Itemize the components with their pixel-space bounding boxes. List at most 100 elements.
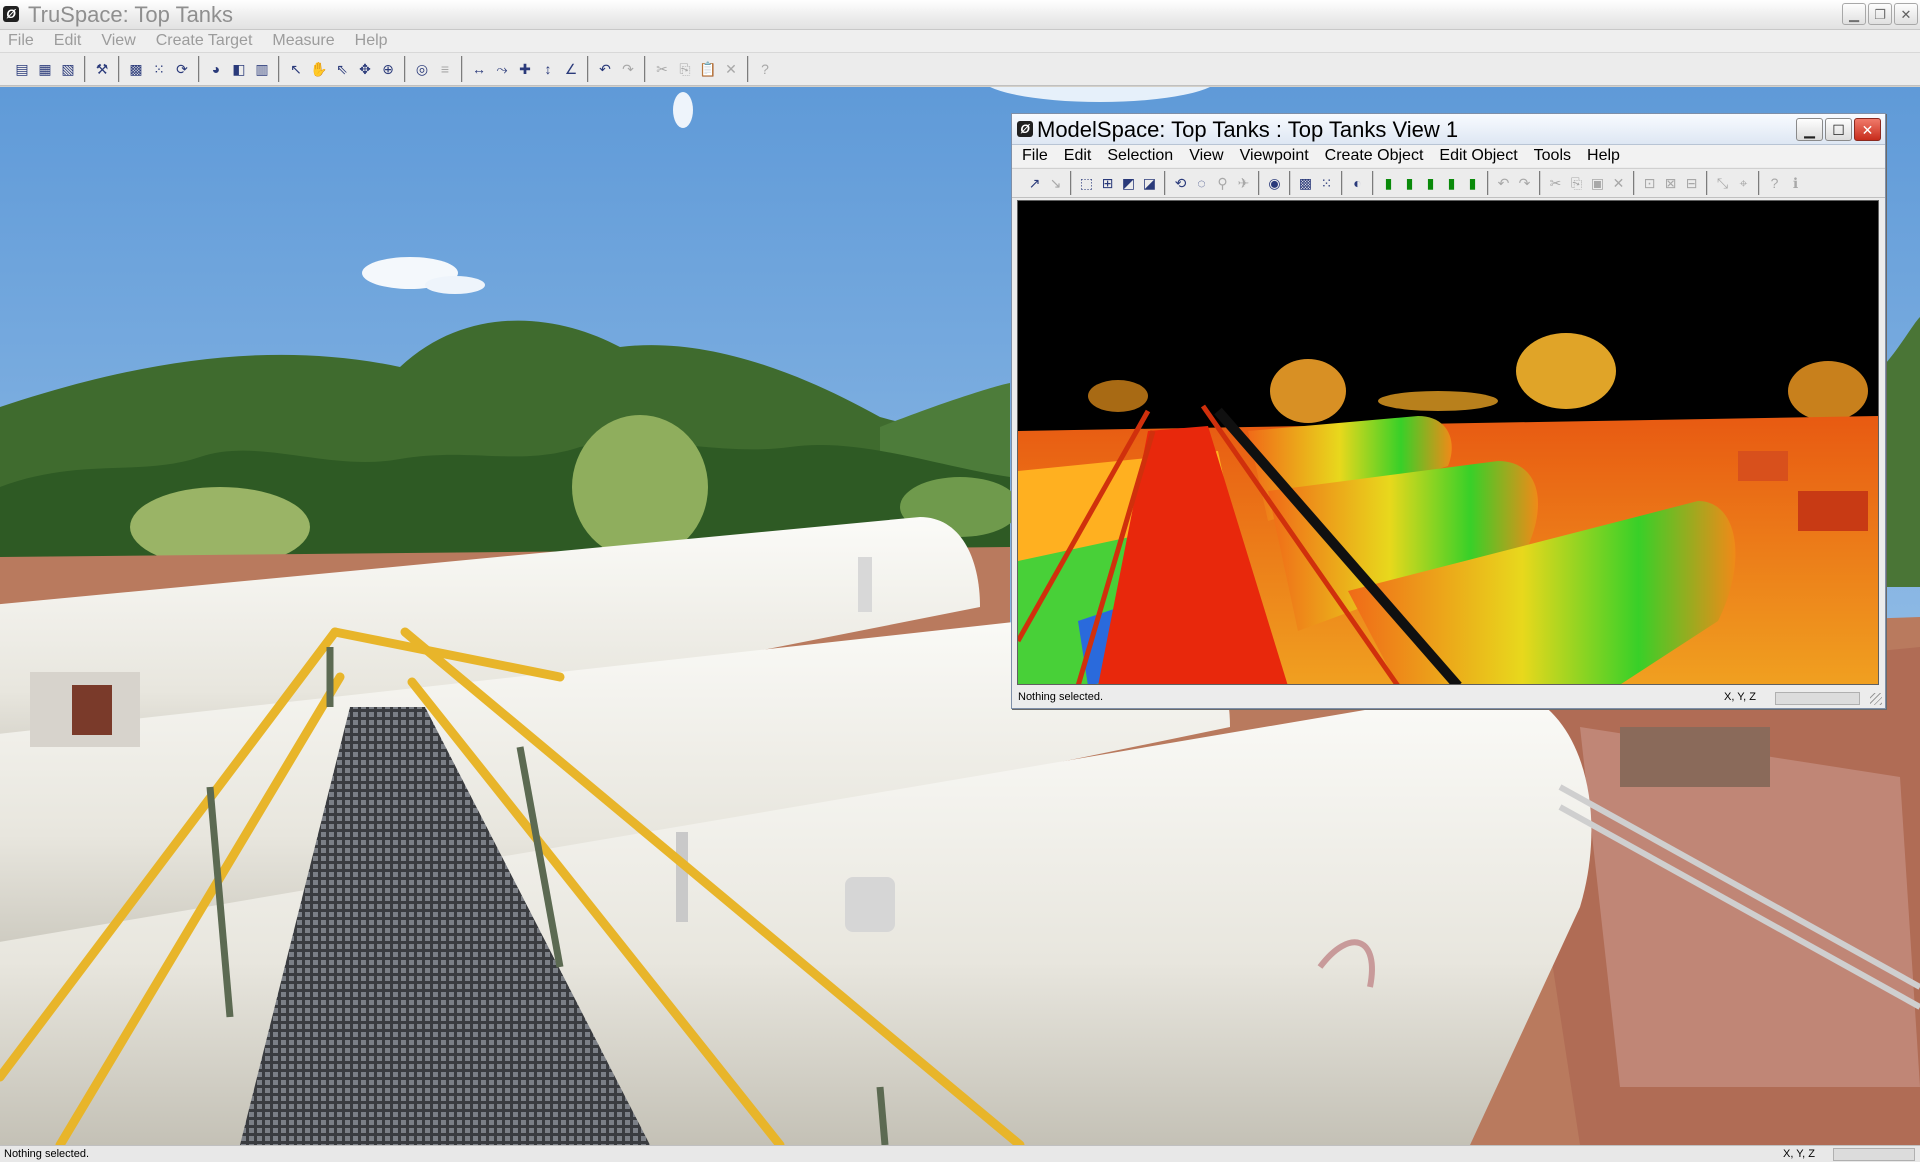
properties-icon[interactable]: ▧ — [58, 59, 78, 79]
layer-1-icon[interactable]: ▮ — [1379, 173, 1398, 193]
toolbar-group-color: ◕ ◧ ▥ — [198, 56, 278, 82]
ms-measure-icon[interactable]: ⤡ — [1713, 173, 1732, 193]
resize-grip-icon[interactable] — [1870, 693, 1882, 705]
maximize-icon[interactable]: ☐ — [1825, 118, 1852, 141]
ms-menu-view[interactable]: View — [1181, 147, 1231, 165]
ms-undo-icon[interactable]: ↶ — [1494, 173, 1513, 193]
cut-icon[interactable]: ✂ — [652, 59, 672, 79]
ms-delete-icon[interactable]: ✕ — [1609, 173, 1628, 193]
fence-icon[interactable]: ⬚ — [1077, 173, 1096, 193]
align-center-icon[interactable]: ⊠ — [1661, 173, 1680, 193]
deselect-icon[interactable]: ↘ — [1046, 173, 1065, 193]
close-icon[interactable]: ✕ — [1854, 118, 1881, 141]
modelspace-window[interactable]: Ø ModelSpace: Top Tanks : Top Tanks View… — [1011, 113, 1886, 709]
pan-hand-icon[interactable]: ✋ — [309, 59, 329, 79]
menu-file[interactable]: File — [0, 32, 44, 50]
restore-icon[interactable]: ❐ — [1868, 3, 1892, 25]
modelspace-menu-bar: File Edit Selection View Viewpoint Creat… — [1012, 145, 1885, 167]
target-list-icon[interactable]: ≡ — [435, 59, 455, 79]
menu-measure[interactable]: Measure — [262, 32, 344, 50]
help-icon[interactable]: ? — [755, 59, 775, 79]
layer-3-icon[interactable]: ▮ — [1421, 173, 1440, 193]
fence-add-icon[interactable]: ⊞ — [1098, 173, 1117, 193]
pointcloud-equipment — [1738, 451, 1788, 481]
orbit-icon[interactable]: ◌ — [1192, 173, 1211, 193]
layer-5-icon[interactable]: ▮ — [1463, 173, 1482, 193]
zoom-icon[interactable]: ⊕ — [378, 59, 398, 79]
grid-icon[interactable]: ▩ — [126, 59, 146, 79]
color-map-icon[interactable]: ◕ — [206, 59, 226, 79]
ms-menu-selection[interactable]: Selection — [1099, 147, 1181, 165]
select-mode-icon[interactable]: ↗ — [1025, 173, 1044, 193]
minimize-icon[interactable]: ▁ — [1842, 3, 1866, 25]
ms-copy-icon[interactable]: ⎘ — [1567, 173, 1586, 193]
ms-menu-file[interactable]: File — [1012, 147, 1056, 165]
menu-view[interactable]: View — [91, 32, 145, 50]
ms-measure-point-icon[interactable]: ⌖ — [1734, 173, 1753, 193]
modelspace-title: ModelSpace: Top Tanks : Top Tanks View 1 — [1037, 117, 1459, 142]
tools-icon[interactable]: ⚒ — [92, 59, 112, 79]
rotate-view-icon[interactable]: ⟲ — [1171, 173, 1190, 193]
move-icon[interactable]: ✥ — [355, 59, 375, 79]
close-icon[interactable]: ✕ — [1894, 3, 1918, 25]
ms-cut-icon[interactable]: ✂ — [1546, 173, 1565, 193]
copy-icon[interactable]: ⎘ — [675, 59, 695, 79]
seek-icon[interactable]: ◉ — [1265, 173, 1284, 193]
ms-toolbar-group-measure: ⤡ ⌖ — [1706, 171, 1758, 195]
ms-toolbar-group-fence: ⬚ ⊞ ◩ ◪ — [1070, 171, 1164, 195]
ms-menu-edit[interactable]: Edit — [1056, 147, 1100, 165]
target-icon[interactable]: ◎ — [412, 59, 432, 79]
layer-2-icon[interactable]: ▮ — [1400, 173, 1419, 193]
menu-help[interactable]: Help — [345, 32, 398, 50]
ms-info-icon[interactable]: ℹ — [1786, 173, 1805, 193]
modelspace-title-bar[interactable]: Ø ModelSpace: Top Tanks : Top Tanks View… — [1012, 114, 1885, 145]
truspace-app-icon[interactable]: Ø — [3, 6, 19, 22]
ms-grid-icon[interactable]: ▩ — [1296, 173, 1315, 193]
align-icon[interactable]: ⊡ — [1640, 173, 1659, 193]
measure-chain-icon[interactable]: ⤳ — [492, 59, 512, 79]
menu-create-target[interactable]: Create Target — [146, 32, 263, 50]
ms-menu-create-object[interactable]: Create Object — [1317, 147, 1432, 165]
align-end-icon[interactable]: ⊟ — [1682, 173, 1701, 193]
measure-angle-icon[interactable]: ∠ — [561, 59, 581, 79]
modelspace-status-bar: Nothing selected. X, Y, Z — [1012, 687, 1885, 708]
toolbar-group-clipboard: ✂ ⎘ 📋 ✕ — [644, 56, 747, 82]
minimize-icon[interactable]: ▁ — [1796, 118, 1823, 141]
main-status-text: Nothing selected. — [4, 1148, 89, 1160]
measure-height-icon[interactable]: ↕ — [538, 59, 558, 79]
palette-icon[interactable]: ▥ — [252, 59, 272, 79]
pick-arrow-icon[interactable]: ⇖ — [332, 59, 352, 79]
ms-status-text: Nothing selected. — [1018, 691, 1103, 703]
ms-paste-icon[interactable]: ▣ — [1588, 173, 1607, 193]
walk-icon[interactable]: ⚲ — [1213, 173, 1232, 193]
pointcloud-viewport[interactable] — [1017, 200, 1879, 685]
grid-dots-icon[interactable]: ⁙ — [149, 59, 169, 79]
paste-icon[interactable]: 📋 — [698, 59, 718, 79]
select-arrow-icon[interactable]: ↖ — [286, 59, 306, 79]
ms-menu-viewpoint[interactable]: Viewpoint — [1232, 147, 1317, 165]
ms-grid-dots-icon[interactable]: ⁙ — [1317, 173, 1336, 193]
refresh-view-icon[interactable]: ⟳ — [172, 59, 192, 79]
fence-keep-icon[interactable]: ◩ — [1119, 173, 1138, 193]
layer-4-icon[interactable]: ▮ — [1442, 173, 1461, 193]
measure-distance-icon[interactable]: ↔ — [469, 59, 489, 79]
menu-edit[interactable]: Edit — [44, 32, 92, 50]
fence-delete-icon[interactable]: ◪ — [1140, 173, 1159, 193]
render-mode-icon[interactable]: ◐ — [1348, 173, 1367, 193]
measure-point-icon[interactable]: ✚ — [515, 59, 535, 79]
ms-menu-edit-object[interactable]: Edit Object — [1431, 147, 1525, 165]
scan-list-icon[interactable]: ▦ — [35, 59, 55, 79]
fly-icon[interactable]: ✈ — [1234, 173, 1253, 193]
toolbar-group-project: ▤ ▦ ▧ — [6, 56, 84, 82]
ms-menu-help[interactable]: Help — [1579, 147, 1628, 165]
main-coord-field — [1833, 1148, 1915, 1161]
ms-menu-tools[interactable]: Tools — [1526, 147, 1579, 165]
undo-icon[interactable]: ↶ — [595, 59, 615, 79]
modelspace-app-icon[interactable]: Ø — [1017, 121, 1033, 137]
open-project-icon[interactable]: ▤ — [12, 59, 32, 79]
ms-redo-icon[interactable]: ↷ — [1515, 173, 1534, 193]
ms-query-icon[interactable]: ? — [1765, 173, 1784, 193]
intensity-icon[interactable]: ◧ — [229, 59, 249, 79]
redo-icon[interactable]: ↷ — [618, 59, 638, 79]
delete-icon[interactable]: ✕ — [721, 59, 741, 79]
